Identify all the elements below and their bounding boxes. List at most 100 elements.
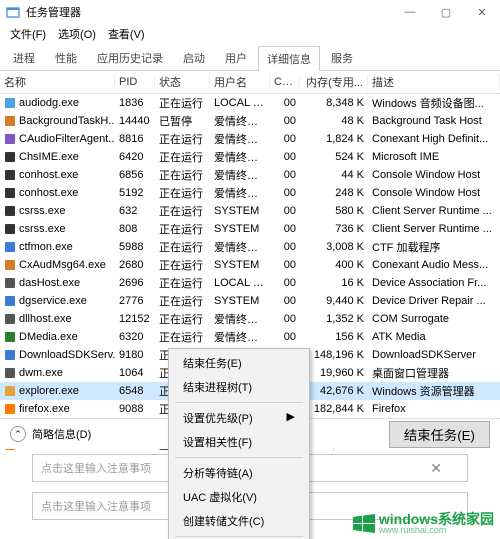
process-mem: 16 K: [300, 277, 368, 289]
process-icon: [4, 277, 16, 289]
process-row[interactable]: dasHost.exe2696正在运行LOCAL SE...0016 KDevi…: [0, 274, 500, 292]
context-menu-separator: [175, 457, 303, 458]
expand-up-icon[interactable]: ⌃: [10, 426, 26, 442]
process-cpu: 00: [270, 277, 300, 289]
context-menu-item[interactable]: 结束任务(E): [169, 351, 309, 375]
process-desc: Firefox: [368, 403, 500, 415]
process-pid: 5988: [115, 241, 155, 253]
process-pid: 1836: [115, 97, 155, 109]
menu-view[interactable]: 查看(V): [102, 24, 151, 44]
process-user: 爱情终究...: [210, 239, 270, 255]
menu-file[interactable]: 文件(F): [4, 24, 52, 44]
process-row[interactable]: conhost.exe5192正在运行爱情终究...00248 KConsole…: [0, 184, 500, 202]
process-status: 正在运行: [155, 257, 210, 273]
end-task-button[interactable]: 结束任务(E): [389, 421, 490, 448]
process-row[interactable]: BackgroundTaskH...14440已暂停爱情终究...0048 KB…: [0, 112, 500, 130]
close-button[interactable]: ✕: [464, 0, 500, 24]
column-cpu[interactable]: CPU: [270, 76, 300, 88]
process-row[interactable]: DMedia.exe6320正在运行爱情终究...00156 KATK Medi…: [0, 328, 500, 346]
windows-logo-icon: [353, 514, 375, 534]
process-pid: 632: [115, 205, 155, 217]
window-buttons: — ▢ ✕: [392, 0, 500, 24]
process-cpu: 00: [270, 133, 300, 145]
column-status[interactable]: 状态: [155, 74, 210, 90]
process-icon: [4, 313, 16, 325]
process-pid: 6548: [115, 385, 155, 397]
process-pid: 1064: [115, 367, 155, 379]
process-cpu: 00: [270, 115, 300, 127]
process-icon: [4, 403, 16, 415]
context-menu-item[interactable]: UAC 虚拟化(V): [169, 485, 309, 509]
process-name: BackgroundTaskH...: [19, 115, 115, 127]
column-name[interactable]: 名称: [0, 74, 115, 90]
watermark-url: www.ruishai.com: [379, 526, 494, 535]
process-status: 正在运行: [155, 149, 210, 165]
context-menu-item[interactable]: 分析等待链(A): [169, 461, 309, 485]
clear-icon[interactable]: ✕: [430, 460, 442, 477]
process-pid: 2680: [115, 259, 155, 271]
process-status: 正在运行: [155, 131, 210, 147]
process-user: 爱情终究...: [210, 311, 270, 327]
process-mem: 44 K: [300, 169, 368, 181]
column-desc[interactable]: 描述: [368, 74, 500, 90]
process-row[interactable]: ChsIME.exe6420正在运行爱情终究...00524 KMicrosof…: [0, 148, 500, 166]
process-user: LOCAL SE...: [210, 97, 270, 109]
column-mem[interactable]: 内存(专用...: [300, 74, 368, 90]
process-pid: 2696: [115, 277, 155, 289]
tab-3[interactable]: 启动: [174, 45, 214, 70]
process-name: CAudioFilterAgent...: [19, 133, 115, 145]
process-row[interactable]: audiodg.exe1836正在运行LOCAL SE...008,348 KW…: [0, 94, 500, 112]
process-desc: Background Task Host: [368, 115, 500, 127]
menu-options[interactable]: 选项(O): [52, 24, 102, 44]
process-desc: Client Server Runtime ...: [368, 223, 500, 235]
process-row[interactable]: csrss.exe632正在运行SYSTEM00580 KClient Serv…: [0, 202, 500, 220]
process-desc: COM Surrogate: [368, 313, 500, 325]
app-icon: [6, 5, 20, 19]
process-status: 正在运行: [155, 311, 210, 327]
process-row[interactable]: dllhost.exe12152正在运行爱情终究...001,352 KCOM …: [0, 310, 500, 328]
fewer-details-link[interactable]: 简略信息(D): [32, 426, 91, 442]
process-status: 已暂停: [155, 113, 210, 129]
context-menu-item[interactable]: 设置相关性(F): [169, 430, 309, 454]
process-desc: Microsoft IME: [368, 151, 500, 163]
process-user: SYSTEM: [210, 259, 270, 271]
tab-6[interactable]: 服务: [322, 45, 362, 70]
context-menu-item[interactable]: 结束进程树(T): [169, 375, 309, 399]
tab-2[interactable]: 应用历史记录: [88, 45, 172, 70]
submenu-arrow-icon: ▶: [287, 410, 295, 423]
process-row[interactable]: dgservice.exe2776正在运行SYSTEM009,440 KDevi…: [0, 292, 500, 310]
process-mem: 42,676 K: [300, 385, 368, 397]
column-pid[interactable]: PID: [115, 76, 155, 88]
process-name: CxAudMsg64.exe: [19, 259, 106, 271]
process-name: conhost.exe: [19, 169, 78, 181]
process-status: 正在运行: [155, 275, 210, 291]
process-desc: Conexant Audio Mess...: [368, 259, 500, 271]
tab-5[interactable]: 详细信息: [258, 46, 320, 71]
process-row[interactable]: ctfmon.exe5988正在运行爱情终究...003,008 KCTF 加载…: [0, 238, 500, 256]
process-desc: Conexant High Definit...: [368, 133, 500, 145]
maximize-button[interactable]: ▢: [428, 0, 464, 24]
minimize-button[interactable]: —: [392, 0, 428, 24]
context-menu-separator: [175, 402, 303, 403]
column-user[interactable]: 用户名: [210, 74, 270, 90]
column-header-row: 名称 PID 状态 用户名 CPU 内存(专用... 描述: [0, 71, 500, 94]
tab-1[interactable]: 性能: [46, 45, 86, 70]
process-status: 正在运行: [155, 185, 210, 201]
process-desc: Windows 资源管理器: [368, 383, 500, 399]
process-desc: CTF 加载程序: [368, 239, 500, 255]
context-menu-item[interactable]: 设置优先级(P)▶: [169, 406, 309, 430]
process-desc: Windows 音频设备图...: [368, 95, 500, 111]
tab-4[interactable]: 用户: [216, 45, 256, 70]
process-icon: [4, 115, 16, 127]
watermark: windows系统家园 www.ruishai.com: [353, 512, 494, 535]
process-row[interactable]: conhost.exe6856正在运行爱情终究...0044 KConsole …: [0, 166, 500, 184]
process-row[interactable]: CxAudMsg64.exe2680正在运行SYSTEM00400 KConex…: [0, 256, 500, 274]
process-row[interactable]: CAudioFilterAgent...8816正在运行爱情终究...001,8…: [0, 130, 500, 148]
process-pid: 12152: [115, 313, 155, 325]
process-user: 爱情终究...: [210, 113, 270, 129]
context-menu-item[interactable]: 创建转储文件(C): [169, 509, 309, 533]
tab-0[interactable]: 进程: [4, 45, 44, 70]
process-mem: 9,440 K: [300, 295, 368, 307]
process-row[interactable]: csrss.exe808正在运行SYSTEM00736 KClient Serv…: [0, 220, 500, 238]
context-menu: 结束任务(E)结束进程树(T) 设置优先级(P)▶设置相关性(F) 分析等待链(A)…: [168, 348, 310, 539]
